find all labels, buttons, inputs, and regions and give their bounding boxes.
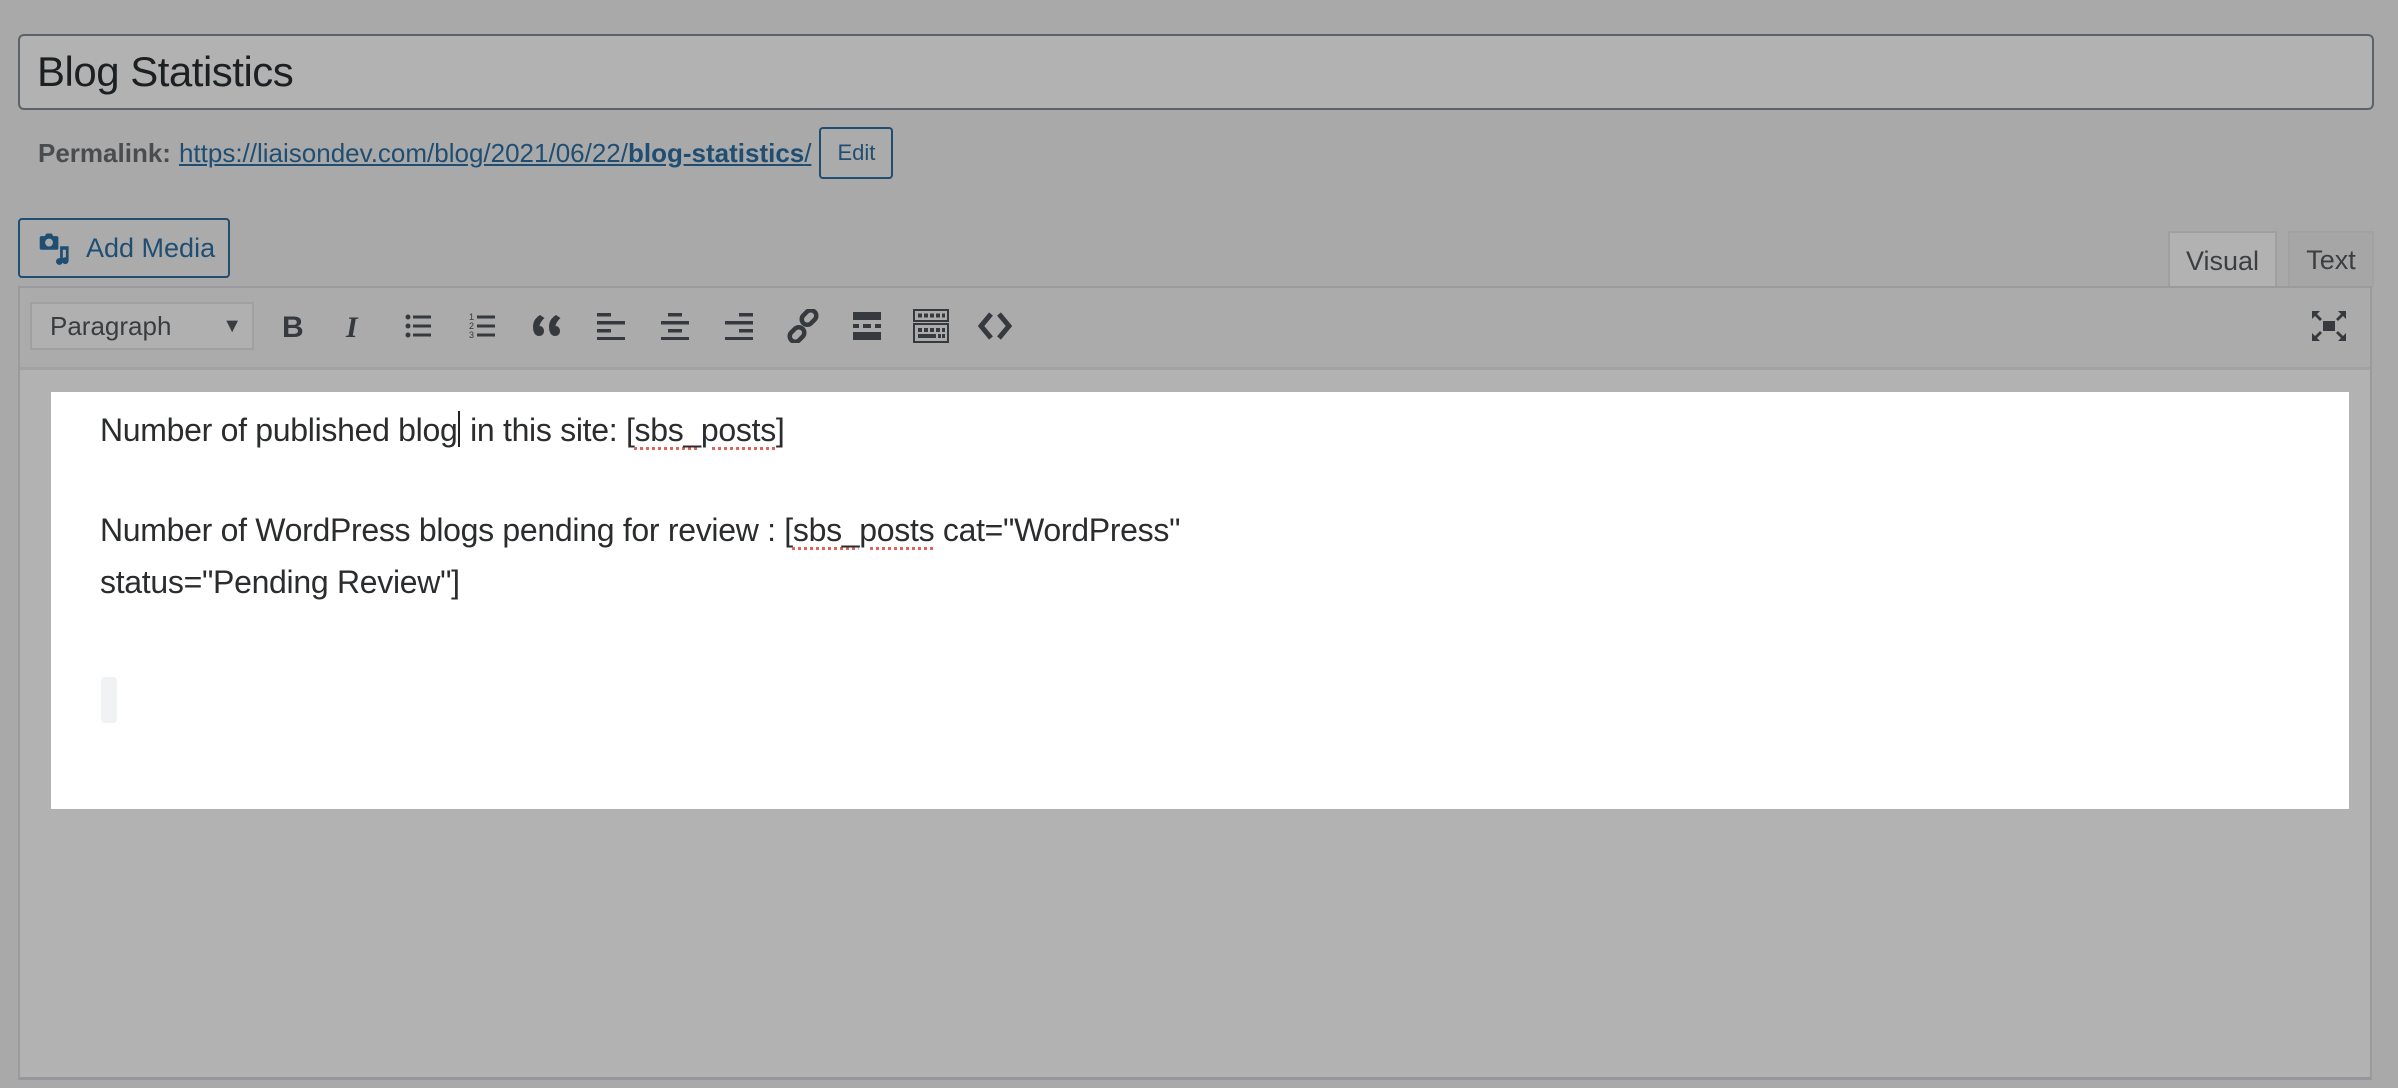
permalink-link[interactable]: https://liaisondev.com/blog/2021/06/22/b… xyxy=(179,138,812,169)
svg-text:B: B xyxy=(282,312,304,340)
bold-icon: B xyxy=(282,312,304,340)
link-icon xyxy=(787,309,819,343)
permalink-row: Permalink: https://liaisondev.com/blog/2… xyxy=(38,127,894,179)
align-right-icon xyxy=(725,313,753,340)
italic-icon: I xyxy=(345,312,359,340)
fullscreen-button[interactable] xyxy=(2307,304,2351,348)
align-center-icon xyxy=(661,313,689,340)
permalink-url-suffix: / xyxy=(804,137,812,168)
read-more-button[interactable] xyxy=(845,304,889,348)
italic-button[interactable]: I xyxy=(333,304,377,348)
numbered-list-icon: 123 xyxy=(469,312,495,340)
read-more-icon xyxy=(853,312,881,340)
text-segment: Number of published blog xyxy=(100,412,458,448)
align-left-icon xyxy=(597,313,625,340)
svg-text:3: 3 xyxy=(469,330,474,340)
tab-text[interactable]: Text xyxy=(2288,231,2374,287)
text-segment: status="Pending Review"] xyxy=(100,564,460,600)
blockquote-button[interactable] xyxy=(525,304,569,348)
fullscreen-icon xyxy=(2312,311,2346,341)
editor: Paragraph ▼ B I 123 Number of published … xyxy=(18,286,2372,1080)
insert-link-button[interactable] xyxy=(781,304,825,348)
format-select[interactable]: Paragraph ▼ xyxy=(30,302,254,350)
editor-toolbar: Paragraph ▼ B I 123 xyxy=(20,288,2370,370)
text-segment: ] xyxy=(775,412,785,448)
permalink-label: Permalink: xyxy=(38,137,171,168)
align-center-button[interactable] xyxy=(653,304,697,348)
spellcheck-shortcode: sbs_posts xyxy=(792,512,935,548)
toolbar-toggle-button[interactable] xyxy=(909,304,953,348)
tab-visual[interactable]: Visual xyxy=(2168,231,2277,289)
permalink-slug: blog-statistics xyxy=(628,137,805,168)
align-right-button[interactable] xyxy=(717,304,761,348)
code-button[interactable] xyxy=(973,304,1017,348)
add-media-label: Add Media xyxy=(86,232,216,263)
chevron-down-icon: ▼ xyxy=(222,314,242,337)
quote-icon xyxy=(533,315,561,336)
numbered-list-button[interactable]: 123 xyxy=(461,304,505,348)
post-title-text: Blog Statistics xyxy=(37,48,294,95)
content-paragraph-1: Number of published blog in this site: [… xyxy=(100,404,785,456)
spellcheck-shortcode: sbs_posts xyxy=(634,412,777,448)
keyboard-icon xyxy=(913,309,949,343)
svg-text:I: I xyxy=(345,312,359,340)
content-paragraph-2: Number of WordPress blogs pending for re… xyxy=(100,504,1180,608)
empty-paragraph-placeholder[interactable] xyxy=(101,677,117,723)
align-left-button[interactable] xyxy=(589,304,633,348)
text-segment: Number of WordPress blogs pending for re… xyxy=(100,512,793,548)
text-segment: cat="WordPress" xyxy=(934,512,1181,548)
camera-music-icon xyxy=(39,233,69,265)
bulleted-list-button[interactable] xyxy=(397,304,441,348)
editor-content-area[interactable]: Number of published blog in this site: [… xyxy=(51,392,2349,809)
post-title-input[interactable]: Blog Statistics xyxy=(18,34,2374,110)
add-media-button[interactable]: Add Media xyxy=(18,218,230,278)
code-icon xyxy=(978,312,1012,340)
format-select-value: Paragraph xyxy=(50,310,172,341)
bulleted-list-icon xyxy=(405,314,431,338)
edit-permalink-button[interactable]: Edit xyxy=(819,127,894,179)
bold-button[interactable]: B xyxy=(270,304,314,348)
text-segment: in this site: [ xyxy=(461,412,635,448)
permalink-url-prefix: https://liaisondev.com/blog/2021/06/22/ xyxy=(178,137,628,168)
